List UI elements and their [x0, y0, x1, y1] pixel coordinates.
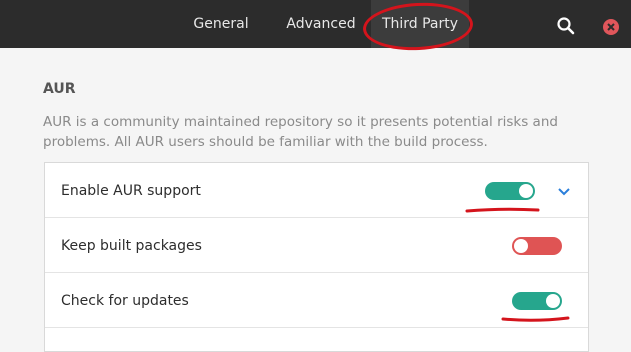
setting-label: Enable AUR support [61, 182, 201, 199]
tab-advanced[interactable]: Advanced [278, 0, 364, 48]
annotation-underline [465, 207, 540, 213]
setting-row-keep-packages: Keep built packages [45, 218, 588, 273]
section-title: AUR [43, 81, 76, 97]
close-icon [607, 23, 615, 31]
search-icon [557, 17, 575, 35]
expand-button[interactable] [556, 183, 572, 199]
header-bar: General Advanced Third Party [0, 0, 631, 53]
tab-general[interactable]: General [182, 0, 260, 48]
setting-label: Keep built packages [61, 237, 202, 254]
switch-knob [546, 294, 560, 308]
tab-general-label: General [193, 16, 249, 32]
close-button[interactable] [603, 19, 619, 35]
keep-packages-switch[interactable] [512, 237, 562, 255]
setting-label: Check for updates [61, 292, 189, 309]
check-updates-switch[interactable] [512, 292, 562, 310]
search-button[interactable] [554, 14, 578, 38]
tab-advanced-label: Advanced [286, 16, 356, 32]
switch-knob [514, 239, 528, 253]
chevron-down-icon [558, 188, 570, 196]
annotation-underline [501, 316, 570, 322]
section-description: AUR is a community maintained repository… [43, 114, 558, 150]
switch-knob [519, 184, 533, 198]
enable-aur-switch[interactable] [485, 182, 535, 200]
